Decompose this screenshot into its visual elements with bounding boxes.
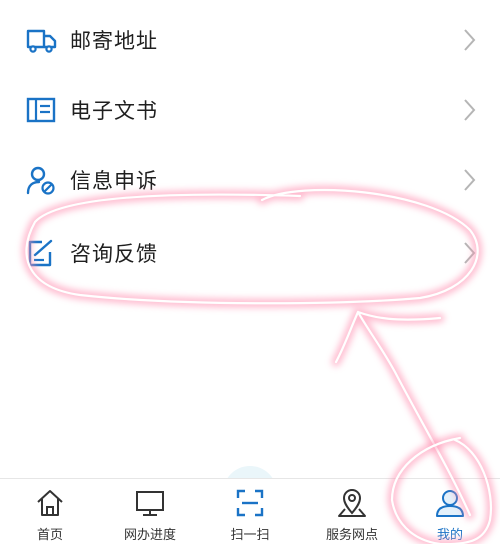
chevron-right-icon xyxy=(464,99,476,121)
user-icon xyxy=(436,490,464,517)
menu-item-e-documents[interactable]: 电子文书 xyxy=(0,74,500,146)
map-pin-icon xyxy=(338,489,366,517)
tab-progress[interactable]: 网办进度 xyxy=(114,479,186,544)
tab-label: 我的 xyxy=(436,528,463,543)
e-document-icon xyxy=(24,93,58,127)
mail-truck-icon xyxy=(24,23,58,57)
tab-label: 服务网点 xyxy=(325,528,378,543)
menu-item-consult-feedback[interactable]: 咨询反馈 xyxy=(0,217,500,289)
chevron-right-icon xyxy=(464,29,476,51)
bottom-tab-bar: 首页 网办进度 扫一扫 服务网点 我的 xyxy=(0,478,500,544)
edit-note-icon xyxy=(24,236,58,270)
chevron-right-icon xyxy=(464,242,476,264)
menu-item-label: 邮寄地址 xyxy=(70,29,158,53)
tab-service-points[interactable]: 服务网点 xyxy=(316,479,388,544)
tab-label: 网办进度 xyxy=(123,528,176,543)
user-blocked-icon xyxy=(24,163,58,197)
menu-item-label: 电子文书 xyxy=(70,99,158,123)
tab-mine[interactable]: 我的 xyxy=(420,479,480,544)
tab-label: 首页 xyxy=(36,528,63,543)
menu-item-mailing-address[interactable]: 邮寄地址 xyxy=(0,4,500,76)
tab-label: 扫一扫 xyxy=(230,528,270,543)
home-icon xyxy=(37,490,63,516)
tab-home[interactable]: 首页 xyxy=(20,479,80,544)
monitor-icon xyxy=(136,491,164,516)
menu-item-label: 咨询反馈 xyxy=(70,242,158,266)
menu-item-info-appeal[interactable]: 信息申诉 xyxy=(0,144,500,216)
menu-item-label: 信息申诉 xyxy=(70,169,158,193)
scan-icon xyxy=(236,489,264,517)
chevron-right-icon xyxy=(464,169,476,191)
tab-scan[interactable]: 扫一扫 xyxy=(220,479,280,544)
